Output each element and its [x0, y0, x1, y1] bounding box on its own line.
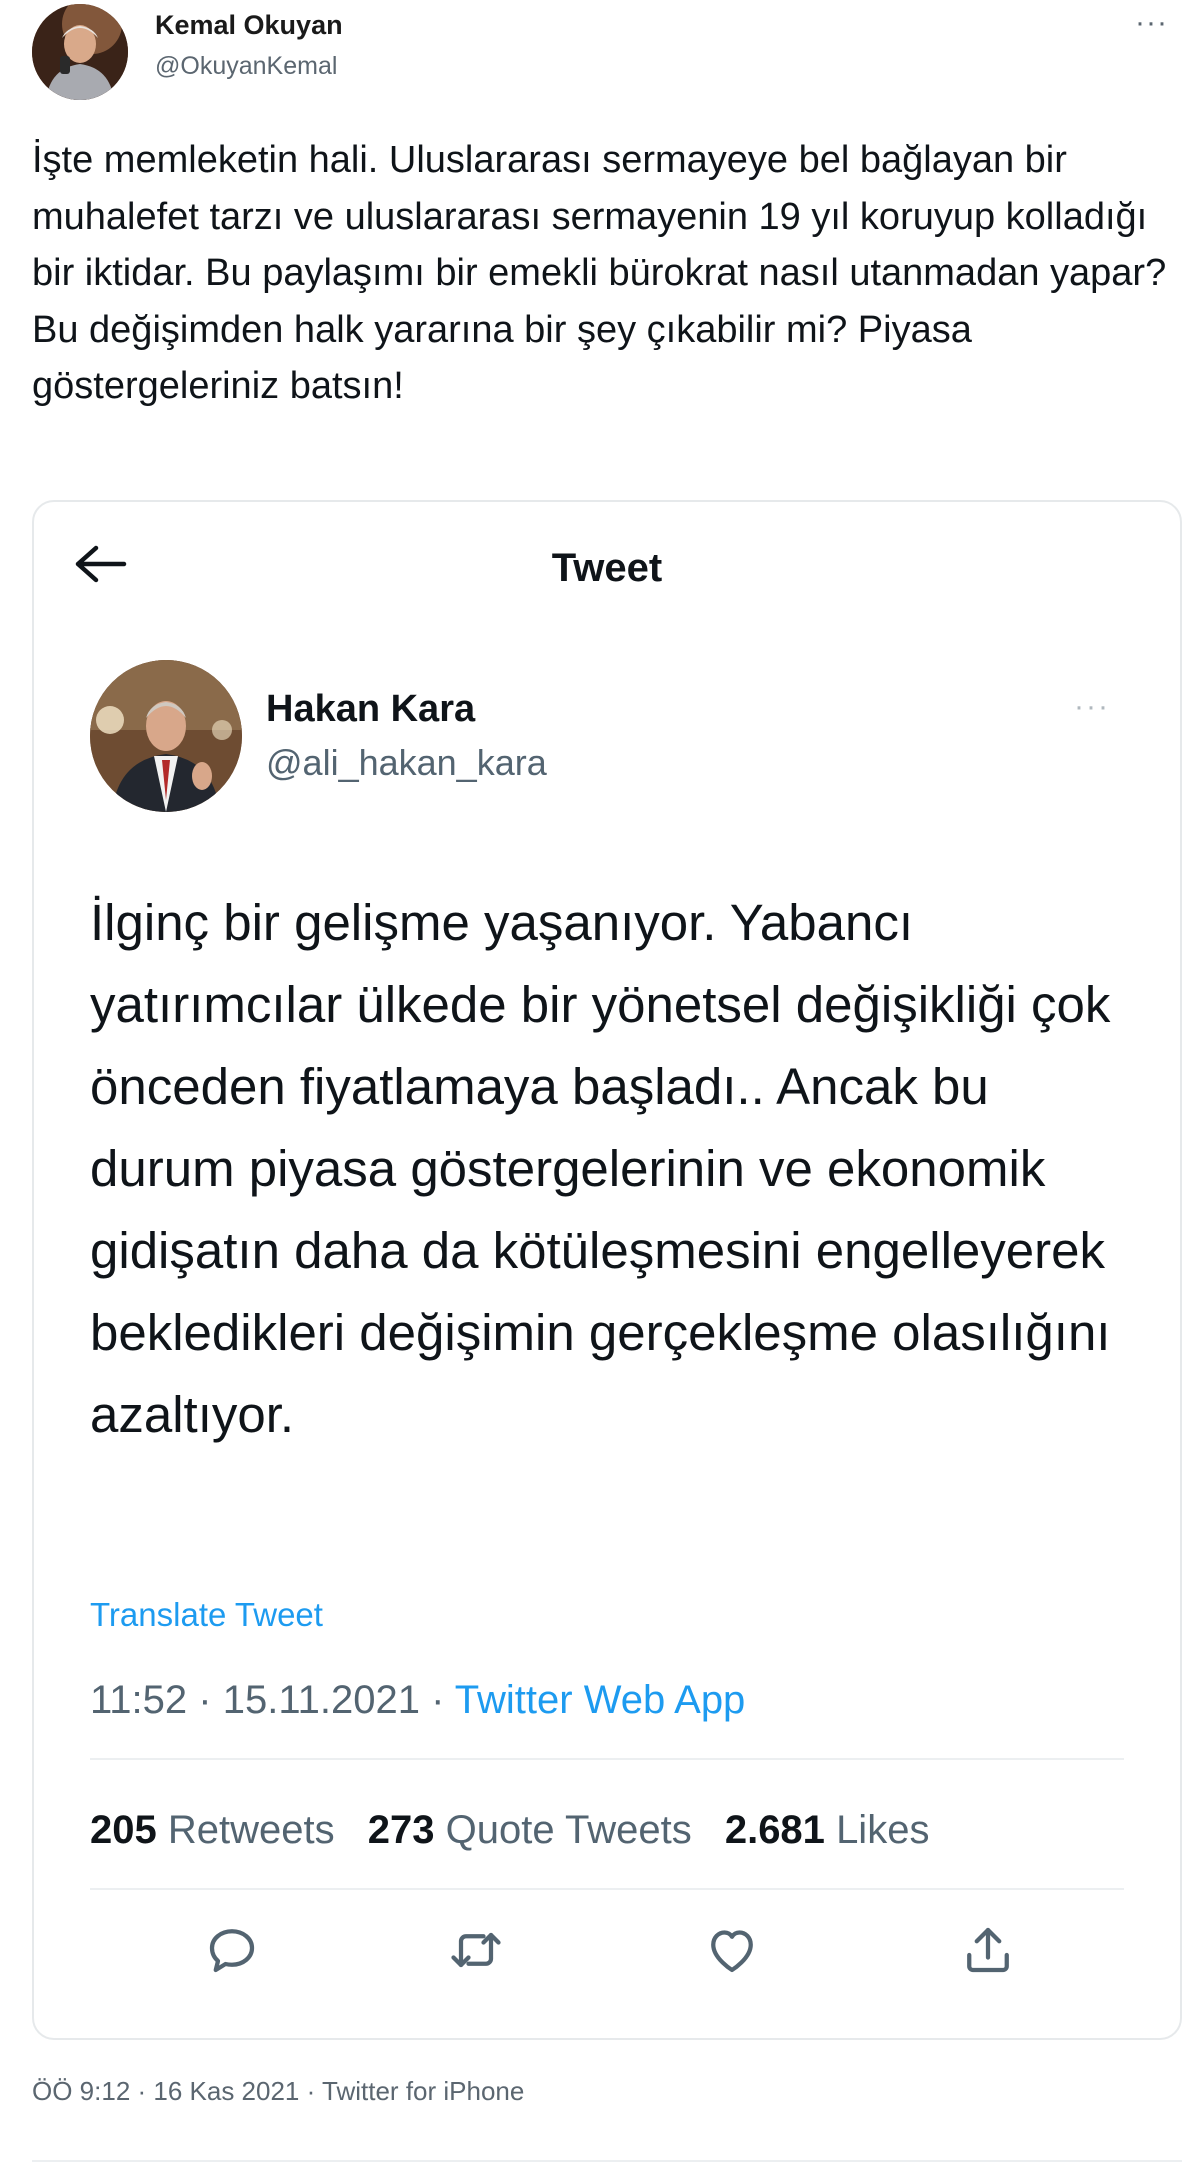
page-title: Tweet	[551, 546, 663, 590]
tweet-timestamp[interactable]: ÖÖ 9:12 · 16 Kas 2021 · Twitter for iPho…	[32, 2076, 524, 2107]
tweet-time[interactable]: 11:52	[90, 1678, 187, 1722]
retweets-stat[interactable]: 205 Retweets	[90, 1808, 335, 1852]
quotes-count: 273	[367, 1808, 435, 1852]
avatar[interactable]	[90, 660, 242, 812]
more-options-icon[interactable]: ···	[1074, 690, 1110, 724]
translate-tweet-link[interactable]: Translate Tweet	[90, 1596, 323, 1634]
likes-label: Likes	[836, 1808, 930, 1852]
share-icon[interactable]	[958, 1920, 1018, 1980]
avatar[interactable]	[32, 4, 128, 100]
quoted-tweet-text: İlginç bir gelişme yaşanıyor. Yabancı ya…	[90, 894, 1111, 1443]
author-handle[interactable]: @ali_hakan_kara	[266, 742, 547, 784]
divider	[90, 1888, 1124, 1890]
likes-count: 2.681	[724, 1808, 825, 1852]
reply-icon[interactable]	[202, 1920, 262, 1980]
tweet-text: İşte memleketin hali. Uluslararası serma…	[32, 139, 1167, 407]
engagement-stats: 205 Retweets 273 Quote Tweets 2.681 Like…	[90, 1808, 951, 1853]
author-handle[interactable]: @OkuyanKemal	[155, 52, 337, 81]
quote-tweets-stat[interactable]: 273 Quote Tweets	[368, 1808, 692, 1852]
source-app-link[interactable]: Twitter Web App	[455, 1678, 746, 1722]
tweet-timestamp: 11:52 · 15.11.2021 · Twitter Web App	[90, 1678, 745, 1723]
embedded-tweet-screenshot: Tweet Hakan Kara @ali_hakan_kara ··· İlg…	[32, 500, 1182, 2040]
tweet-date[interactable]: 15.11.2021	[223, 1678, 420, 1722]
like-icon[interactable]	[702, 1920, 762, 1980]
more-options-icon[interactable]: ···	[1135, 6, 1168, 40]
retweets-count: 205	[90, 1808, 157, 1852]
profile-photo	[32, 4, 128, 100]
separator: ·	[431, 1678, 445, 1722]
divider	[90, 1758, 1124, 1760]
author-name[interactable]: Hakan Kara	[266, 688, 475, 731]
likes-stat[interactable]: 2.681 Likes	[725, 1808, 930, 1852]
quotes-label: Quote Tweets	[445, 1808, 692, 1852]
author-name[interactable]: Kemal Okuyan	[155, 10, 343, 41]
retweet-icon[interactable]	[446, 1920, 506, 1980]
profile-photo	[90, 660, 242, 812]
separator: ·	[198, 1678, 212, 1722]
retweets-label: Retweets	[167, 1808, 335, 1852]
divider	[32, 2160, 1182, 2162]
